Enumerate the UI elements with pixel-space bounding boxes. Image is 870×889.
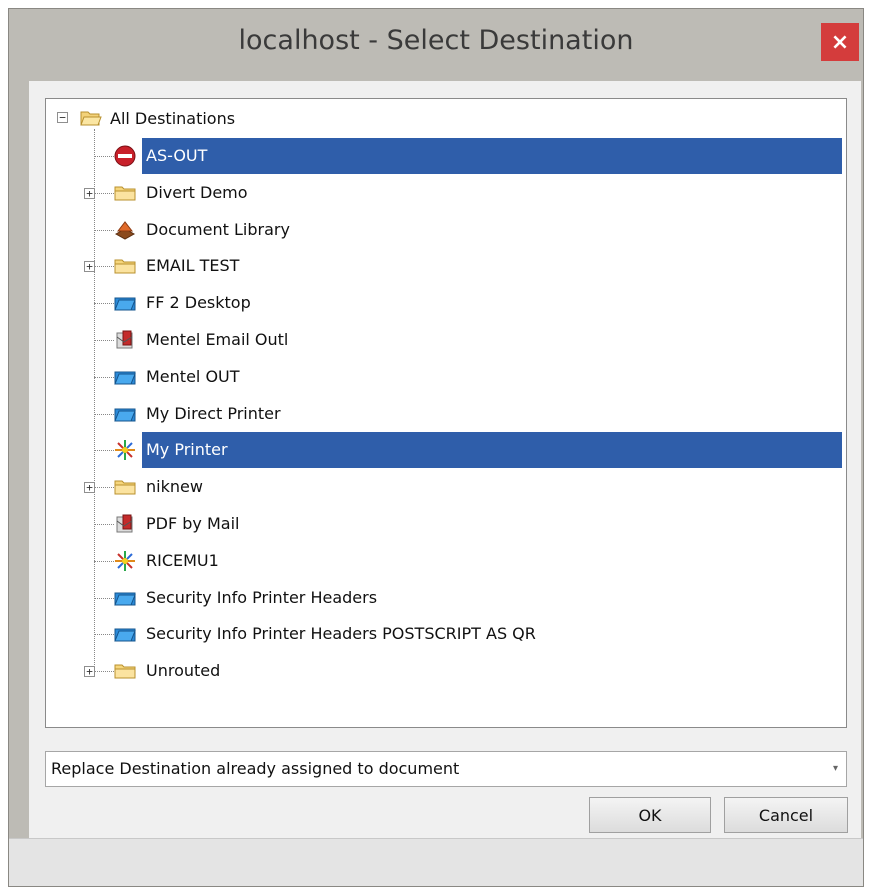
tree-connector-line <box>94 597 114 599</box>
tree-connector-line <box>94 266 114 268</box>
tree-connector-line <box>94 303 114 305</box>
tree-connector-line <box>94 487 114 489</box>
tree-item[interactable]: AS-OUT <box>142 138 842 174</box>
tree-item[interactable]: Divert Demo <box>142 175 252 211</box>
email-outlook-icon <box>114 513 136 535</box>
tree-item[interactable]: My Direct Printer <box>142 396 285 432</box>
replace-mode-select[interactable]: Replace Destination already assigned to … <box>45 751 847 787</box>
folder-open-icon <box>80 107 102 129</box>
collapse-icon[interactable]: − <box>57 112 68 123</box>
tree-item-label: My Printer <box>146 440 228 460</box>
dialog-client-area: − All Destinations AS-OUT + Divert Demo Doc… <box>29 81 861 841</box>
title-bar[interactable]: localhost - Select Destination × <box>9 9 863 81</box>
printer-burst-icon <box>114 550 136 572</box>
tree-item-label: Divert Demo <box>146 182 248 202</box>
tree-item[interactable]: Mentel Email Outl <box>142 322 292 358</box>
tree-item-label: EMAIL TEST <box>146 256 240 276</box>
tree-root-label: All Destinations <box>110 109 236 128</box>
blue-folder-icon <box>114 623 136 645</box>
expand-icon[interactable]: + <box>84 482 95 494</box>
tree-item-label: Unrouted <box>146 661 221 681</box>
tree-item-label: niknew <box>146 477 203 497</box>
email-outlook-icon <box>114 329 136 351</box>
printer-burst-icon <box>114 439 136 461</box>
chevron-down-icon: ▾ <box>832 763 838 774</box>
tree-item-label: FF 2 Desktop <box>146 293 251 313</box>
tree-connector-line <box>94 340 114 341</box>
tree-item[interactable]: FF 2 Desktop <box>142 285 255 321</box>
tree-connector-line <box>94 413 114 415</box>
dialog-window: localhost - Select Destination × − All D… <box>8 8 864 887</box>
blue-folder-icon <box>114 403 136 425</box>
folder-icon <box>114 182 136 204</box>
tree-connector-line <box>94 156 114 157</box>
tree-item[interactable]: RICEMU1 <box>142 543 223 579</box>
tree-root-all-destinations[interactable]: All Destinations <box>106 101 239 137</box>
blue-folder-icon <box>114 292 136 314</box>
tree-item[interactable]: EMAIL TEST <box>142 248 243 284</box>
tree-item-label: AS-OUT <box>146 146 208 165</box>
document-library-icon <box>114 219 136 241</box>
tree-item-label: Security Info Printer Headers <box>146 587 378 607</box>
tree-connector-line <box>94 524 114 525</box>
tree-item[interactable]: niknew <box>142 469 207 505</box>
tree-connector-line <box>94 376 114 378</box>
tree-item-label: RICEMU1 <box>146 550 219 570</box>
replace-mode-value: Replace Destination already assigned to … <box>51 759 460 778</box>
folder-icon <box>114 255 136 277</box>
tree-connector-line <box>94 192 114 194</box>
tree-item-label: Security Info Printer Headers POSTSCRIPT… <box>146 624 536 644</box>
tree-item[interactable]: Security Info Printer Headers POSTSCRIPT… <box>142 616 540 652</box>
tree-item[interactable]: PDF by Mail <box>142 506 243 542</box>
expand-icon[interactable]: + <box>84 187 95 199</box>
cancel-button[interactable]: Cancel <box>724 797 848 833</box>
tree-item-label: Mentel Email Outl <box>146 330 289 349</box>
expand-icon[interactable]: + <box>84 666 95 678</box>
blue-folder-icon <box>114 366 136 388</box>
tree-item[interactable]: My Printer <box>142 432 842 469</box>
tree-connector-line <box>94 129 95 669</box>
close-button[interactable]: × <box>821 23 859 61</box>
blue-folder-icon <box>114 587 136 609</box>
tree-item[interactable]: Security Info Printer Headers <box>142 580 381 616</box>
folder-icon <box>114 660 136 682</box>
folder-icon <box>114 476 136 498</box>
tree-connector-line <box>94 560 114 562</box>
status-bar <box>9 838 863 886</box>
ok-button[interactable]: OK <box>589 797 711 833</box>
tree-item-label: PDF by Mail <box>146 514 240 533</box>
window-title: localhost - Select Destination <box>238 25 634 56</box>
tree-connector-line <box>94 671 114 673</box>
tree-item[interactable]: Mentel OUT <box>142 359 244 395</box>
tree-item[interactable]: Unrouted <box>142 653 224 689</box>
destination-tree[interactable]: − All Destinations AS-OUT + Divert Demo Doc… <box>45 98 847 728</box>
expand-icon[interactable]: + <box>84 261 95 273</box>
tree-connector-line <box>94 229 114 231</box>
no-entry-icon <box>114 145 136 167</box>
tree-item-label: Mentel OUT <box>146 366 240 386</box>
tree-connector-line <box>94 450 114 452</box>
tree-item[interactable]: Document Library <box>142 212 294 248</box>
tree-item-label: Document Library <box>146 219 290 239</box>
tree-connector-line <box>94 634 114 636</box>
tree-item-label: My Direct Printer <box>146 403 281 423</box>
